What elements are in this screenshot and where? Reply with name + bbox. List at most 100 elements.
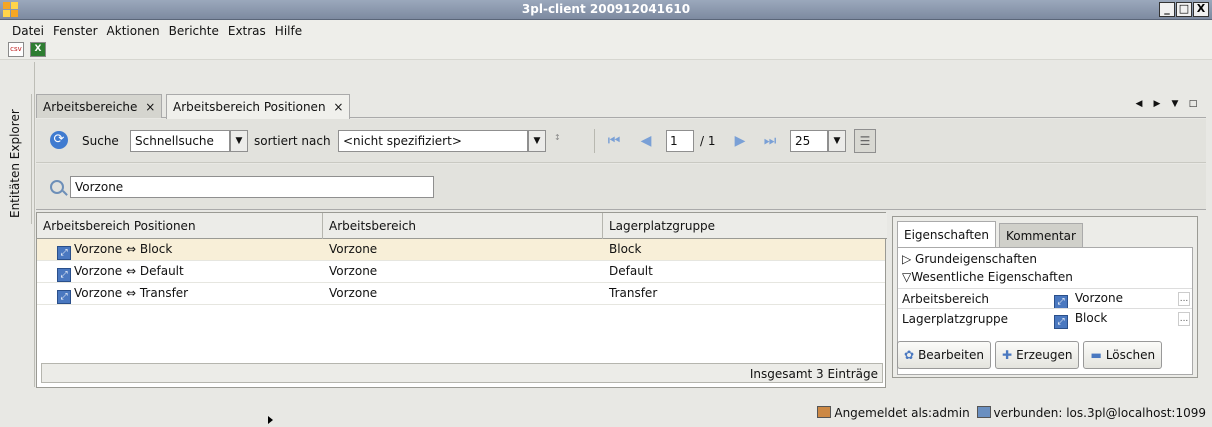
menu-hilfe[interactable]: Hilfe <box>275 24 302 38</box>
section-essential[interactable]: ▽Wesentliche Eigenschaften <box>902 270 1073 284</box>
property-key: Lagerplatzgruppe <box>902 312 1009 326</box>
list-toolbar: ⟳ Suche Schnellsuche ▼ sortiert nach <ni… <box>36 119 1206 163</box>
property-row: Arbeitsbereich ⤢ Vorzone ... <box>898 288 1192 309</box>
properties-panel: Eigenschaften Kommentar ▷ Grundeigenscha… <box>892 216 1198 378</box>
tab-list-icon[interactable]: ▼ <box>1168 98 1182 111</box>
excel-export-icon[interactable]: X <box>30 42 46 57</box>
create-button[interactable]: ✚ Erzeugen <box>995 341 1080 369</box>
table-row[interactable]: ⤢ Vorzone ⇔ Block Vorzone Block <box>37 239 885 261</box>
cell-area: Vorzone <box>329 264 378 278</box>
section-basic-label: Grundeigenschaften <box>915 252 1037 266</box>
network-icon <box>976 406 991 418</box>
chevron-down-icon[interactable]: ▼ <box>528 130 546 152</box>
menu-aktionen[interactable]: Aktionen <box>107 24 160 38</box>
maximize-button[interactable]: □ <box>1176 2 1192 17</box>
cell-position: Vorzone ⇔ Block <box>74 242 173 256</box>
cell-position: Vorzone ⇔ Default <box>74 264 184 278</box>
status-bar: Angemeldet als:admin verbunden: los.3pl@… <box>0 400 1212 427</box>
section-basic[interactable]: ▷ Grundeigenschaften <box>902 252 1037 266</box>
create-label: Erzeugen <box>1016 348 1073 362</box>
cell-group: Block <box>609 242 642 256</box>
minimize-button[interactable]: _ <box>1159 2 1175 17</box>
delete-button[interactable]: ▬ Löschen <box>1083 341 1163 369</box>
user-icon <box>817 406 832 418</box>
search-mode-select[interactable]: Schnellsuche <box>130 130 230 152</box>
results-table: Arbeitsbereich Positionen Arbeitsbereich… <box>36 212 887 388</box>
entity-explorer-tab[interactable]: Entitäten Explorer <box>8 94 32 224</box>
ellipsis-button[interactable]: ... <box>1178 292 1190 306</box>
total-entries: Insgesamt 3 Einträge <box>749 367 878 381</box>
property-key: Arbeitsbereich <box>902 292 990 306</box>
chevron-down-icon[interactable]: ▼ <box>828 130 846 152</box>
cell-area: Vorzone <box>329 286 378 300</box>
collapse-down-icon: ▽ <box>902 270 912 284</box>
csv-export-icon[interactable]: csv <box>8 42 24 57</box>
cell-area: Vorzone <box>329 242 378 256</box>
logged-in-status: Angemeldet als:admin <box>834 406 970 420</box>
edit-button[interactable]: ✿ Bearbeiten <box>897 341 991 369</box>
tab-arbeitsbereich-positionen[interactable]: Arbeitsbereich Positionen × <box>166 94 351 119</box>
close-button[interactable]: X <box>1193 2 1209 17</box>
chevron-down-icon[interactable]: ▼ <box>230 130 248 152</box>
relation-icon: ⤢ <box>57 246 71 260</box>
page-number-input[interactable]: 1 <box>666 130 694 152</box>
search-label: Suche <box>82 134 119 148</box>
table-header: Arbeitsbereich Positionen Arbeitsbereich… <box>37 213 887 239</box>
tab-close-icon[interactable]: × <box>333 100 343 114</box>
tab-close-icon[interactable]: × <box>145 100 155 114</box>
table-row[interactable]: ⤢ Vorzone ⇔ Transfer Vorzone Transfer <box>37 283 885 305</box>
relation-icon: ⤢ <box>57 290 71 304</box>
refresh-icon[interactable]: ⟳ <box>50 131 68 149</box>
tab-label: Arbeitsbereich Positionen <box>173 100 326 114</box>
cell-group: Default <box>609 264 653 278</box>
document-tabs: Arbeitsbereiche × Arbeitsbereich Positio… <box>36 92 1206 119</box>
window-titlebar: 3pl-client 200912041610 _ □ X <box>0 0 1212 20</box>
ellipsis-button[interactable]: ... <box>1178 312 1190 326</box>
previous-page-icon[interactable]: ◀ <box>636 131 656 151</box>
column-header-positionen[interactable]: Arbeitsbereich Positionen <box>37 213 323 239</box>
separator <box>594 129 595 153</box>
table-footer: Insgesamt 3 Einträge <box>41 363 883 383</box>
tab-kommentar[interactable]: Kommentar <box>999 223 1083 247</box>
edit-label: Bearbeiten <box>918 348 984 362</box>
mouse-cursor-icon <box>268 416 273 424</box>
menu-berichte[interactable]: Berichte <box>169 24 219 38</box>
sort-direction-icon[interactable]: ↕ <box>554 133 561 142</box>
table-row[interactable]: ⤢ Vorzone ⇔ Default Vorzone Default <box>37 261 885 283</box>
gear-icon: ✿ <box>904 348 915 362</box>
menu-extras[interactable]: Extras <box>228 24 266 38</box>
tab-maximize-icon[interactable]: □ <box>1186 98 1200 111</box>
section-essential-label: Wesentliche Eigenschaften <box>911 270 1073 284</box>
page-size-select[interactable]: 25 <box>790 130 828 152</box>
connection-status: verbunden: los.3pl@localhost:1099 <box>993 406 1206 420</box>
page-total: / 1 <box>700 134 716 148</box>
detail-view-icon[interactable]: ☰ <box>854 129 876 153</box>
sorted-by-label: sortiert nach <box>254 134 331 148</box>
property-value: Block <box>1074 311 1108 325</box>
menu-bar: Datei Fenster Aktionen Berichte Extras H… <box>0 20 1212 60</box>
plus-icon: ✚ <box>1002 348 1013 362</box>
last-page-icon[interactable]: ⏭ <box>760 131 780 151</box>
quick-search-bar: Vorzone <box>36 164 1206 210</box>
menu-datei[interactable]: Datei <box>12 24 44 38</box>
tab-scroll-left-icon[interactable]: ◀ <box>1132 98 1146 111</box>
tab-scroll-right-icon[interactable]: ▶ <box>1150 98 1164 111</box>
relation-icon: ⤢ <box>57 268 71 282</box>
search-icon <box>50 180 64 194</box>
cell-position: Vorzone ⇔ Transfer <box>74 286 189 300</box>
tab-eigenschaften[interactable]: Eigenschaften <box>897 221 997 247</box>
first-page-icon[interactable]: ⏮ <box>604 131 624 151</box>
next-page-icon[interactable]: ▶ <box>730 131 750 151</box>
entity-explorer-label: Entitäten Explorer <box>8 109 22 218</box>
minus-icon: ▬ <box>1090 348 1102 362</box>
expand-right-icon: ▷ <box>902 252 916 266</box>
window-title: 3pl-client 200912041610 <box>521 2 691 16</box>
column-header-lagerplatzgruppe[interactable]: Lagerplatzgruppe <box>603 213 885 239</box>
delete-label: Löschen <box>1105 348 1156 362</box>
sort-select[interactable]: <nicht spezifiziert> <box>338 130 528 152</box>
property-value: Vorzone <box>1074 291 1124 305</box>
search-input[interactable]: Vorzone <box>70 176 434 198</box>
menu-fenster[interactable]: Fenster <box>53 24 98 38</box>
column-header-arbeitsbereich[interactable]: Arbeitsbereich <box>323 213 603 239</box>
tab-arbeitsbereiche[interactable]: Arbeitsbereiche × <box>36 94 163 118</box>
